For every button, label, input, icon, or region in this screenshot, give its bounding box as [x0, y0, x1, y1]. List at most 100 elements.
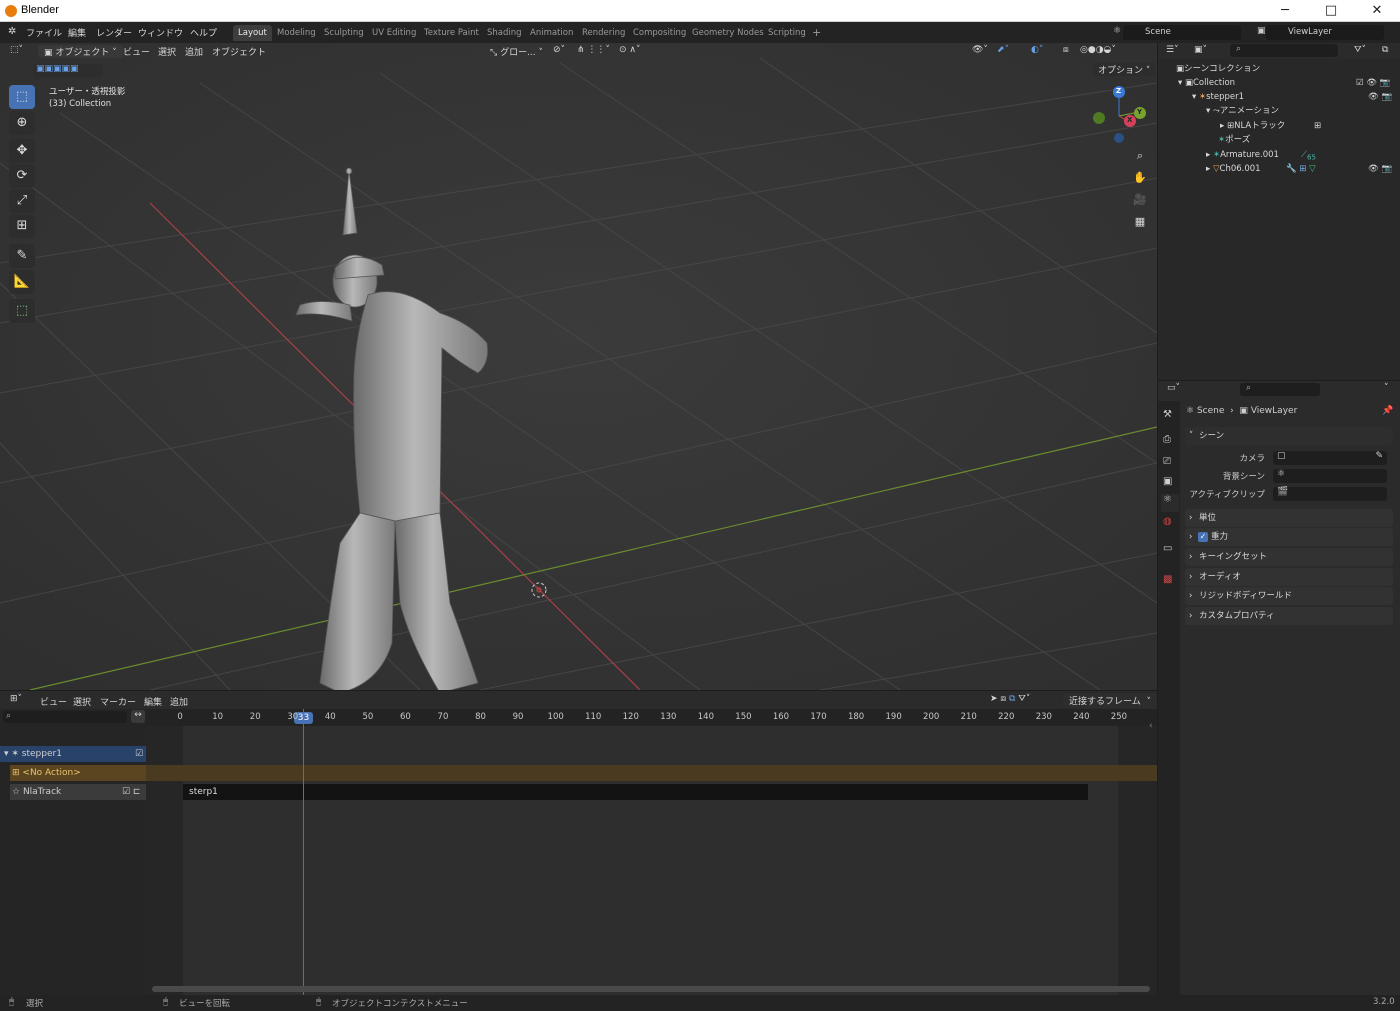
outliner-scene-collection[interactable]: ▣ シーンコレクション — [1158, 62, 1400, 76]
move-tool-icon[interactable]: ✥ — [9, 139, 35, 163]
expand-arrow-icon[interactable]: ▸ — [1220, 121, 1227, 131]
visibility-toggles[interactable]: 👁 📷 — [1368, 90, 1392, 104]
nla-strip-region[interactable]: sterp1 33 — [146, 709, 1157, 995]
tab-layout[interactable]: Layout — [233, 25, 272, 41]
view-layer-tab-icon[interactable]: ▣ — [1163, 476, 1172, 487]
playhead[interactable] — [303, 709, 304, 995]
gizmo-toggle-icon[interactable]: ⬈˅ — [997, 45, 1009, 55]
properties-search-input[interactable]: ⌕ — [1240, 383, 1320, 396]
tab-uv-editing[interactable]: UV Editing — [367, 25, 421, 41]
channel-sync-icon[interactable]: ↔ — [131, 710, 145, 723]
section-keying-sets[interactable]: › キーイングセット — [1185, 548, 1393, 566]
annotate-tool-icon[interactable]: ✎ — [9, 244, 35, 268]
active-clip-field[interactable]: 🎬 — [1273, 487, 1387, 501]
pivot-icon[interactable]: ⊘˅ — [553, 45, 565, 55]
gravity-checkbox[interactable]: ✓ — [1198, 532, 1208, 542]
horizontal-scrollbar[interactable] — [152, 986, 1150, 992]
nla-menu-view[interactable]: ビュー — [40, 695, 67, 708]
outliner-item-stepper1[interactable]: ▾ ✶ stepper1 👁 📷 — [1158, 90, 1400, 104]
rotate-tool-icon[interactable]: ⟳ — [9, 164, 35, 188]
tab-rendering[interactable]: Rendering — [577, 25, 630, 41]
menu-help[interactable]: ヘルプ — [190, 26, 217, 39]
outliner-item-collection[interactable]: ▾ ▣ Collection ☑ 👁 📷 — [1158, 76, 1400, 90]
xray-icon[interactable]: ⧈ — [1063, 45, 1069, 55]
menu-add[interactable]: 追加 — [185, 45, 203, 58]
blender-menu-icon[interactable]: ✲ — [8, 26, 16, 37]
3d-viewport[interactable]: ⬚˅ ▣ オブジェクト ˅ ビュー 選択 追加 オブジェクト ⤡ グロー... … — [0, 43, 1157, 690]
scene-icon[interactable]: ⚛ — [1113, 26, 1121, 36]
measure-tool-icon[interactable]: 📐 — [9, 270, 35, 294]
section-custom-properties[interactable]: › カスタムプロパティ — [1185, 607, 1393, 625]
nla-menu-marker[interactable]: マーカー — [100, 695, 136, 708]
mode-selector[interactable]: ▣ オブジェクト ˅ — [38, 45, 123, 58]
collection-tab-icon[interactable]: ▭ — [1163, 543, 1172, 554]
add-workspace-button[interactable]: + — [807, 25, 826, 41]
menu-render[interactable]: レンダー — [96, 26, 132, 39]
nla-menu-add[interactable]: 追加 — [170, 695, 188, 708]
properties-editor-icon[interactable]: ▭˅ — [1167, 383, 1180, 393]
gizmo-z-label[interactable]: Z — [1116, 87, 1121, 95]
tab-compositing[interactable]: Compositing — [628, 25, 691, 41]
transform-tool-icon[interactable]: ⊞ — [9, 214, 35, 238]
camera-field[interactable]: ▢ ✎ — [1273, 451, 1387, 465]
filter-icon[interactable]: ⛛˅ — [1354, 45, 1366, 55]
tab-scripting[interactable]: Scripting — [763, 25, 811, 41]
menu-window[interactable]: ウィンドウ — [138, 26, 183, 39]
scene-selector[interactable]: Scene — [1123, 25, 1241, 40]
section-units[interactable]: › 単位 — [1185, 509, 1393, 527]
outliner-search-input[interactable]: ⌕ — [1230, 44, 1338, 57]
outliner-item-armature[interactable]: ▸ ✶ Armature.001 ⟋65 — [1158, 148, 1400, 162]
expand-arrow-icon[interactable]: ▾ — [1206, 106, 1213, 116]
transform-orientation[interactable]: ⤡ グロー... ˅ — [490, 45, 543, 58]
tab-animation[interactable]: Animation — [525, 25, 578, 41]
collapse-arrow-icon[interactable]: ‹ — [1149, 721, 1153, 731]
close-button[interactable]: ✕ — [1354, 0, 1400, 22]
world-tab-icon[interactable]: ◍ — [1163, 516, 1172, 527]
scale-tool-icon[interactable]: ⤢ — [9, 189, 35, 213]
tool-tab-icon[interactable]: ⚒ — [1163, 409, 1172, 420]
output-tab-icon[interactable]: ⎚ — [1163, 456, 1171, 467]
select-box-tool-icon[interactable]: ⬚ — [9, 85, 35, 109]
menu-object[interactable]: オブジェクト — [212, 45, 266, 58]
outliner-editor-icon[interactable]: ☰˅ — [1166, 45, 1179, 55]
track-checkbox[interactable]: ☑ — [135, 746, 143, 762]
menu-edit[interactable]: 編集 — [68, 26, 86, 39]
gizmo-y-label[interactable]: Y — [1137, 108, 1142, 116]
menu-file[interactable]: ファイル — [26, 26, 62, 39]
expand-arrow-icon[interactable]: ▾ — [1178, 78, 1185, 88]
overlay-toggle-icon[interactable]: ◐˅ — [1031, 45, 1043, 55]
options-button[interactable]: オプション ˅ — [1093, 63, 1156, 76]
section-gravity[interactable]: › ✓ 重力 — [1185, 528, 1393, 546]
nla-action-line[interactable]: ⊞ <No Action> — [10, 765, 146, 781]
select-mode-buttons[interactable]: ▣▣▣▣▣ — [33, 64, 103, 77]
tab-geometry-nodes[interactable]: Geometry Nodes — [687, 25, 769, 41]
tab-texture-paint[interactable]: Texture Paint — [419, 25, 484, 41]
pin-icon[interactable]: 📌 — [1382, 406, 1393, 416]
outliner-item-ch06[interactable]: ▸ ▽ Ch06.001 🔧 ⊞ ▽ 👁 📷 — [1158, 162, 1400, 176]
editor-type-icon[interactable]: ⬚˅ — [10, 45, 23, 55]
menu-select[interactable]: 選択 — [158, 45, 176, 58]
new-collection-icon[interactable]: ⧉ — [1382, 45, 1388, 55]
expand-arrow-icon[interactable]: ▾ — [1192, 92, 1199, 102]
minimize-button[interactable]: ─ — [1262, 0, 1308, 22]
section-audio[interactable]: › オーディオ — [1185, 568, 1393, 586]
visibility-icon[interactable]: 👁˅ — [972, 45, 988, 55]
scene-tab-icon[interactable]: ⚛ — [1161, 494, 1179, 512]
nla-editor-icon[interactable]: ⊞˅ — [10, 694, 22, 704]
display-mode-icon[interactable]: ▣˅ — [1194, 45, 1207, 55]
zoom-icon[interactable]: ⌕ — [1129, 146, 1151, 166]
visibility-toggles[interactable]: ☑ 👁 📷 — [1356, 76, 1390, 90]
visibility-toggles[interactable]: 👁 📷 — [1368, 162, 1392, 176]
camera-view-icon[interactable]: 🎥 — [1129, 190, 1151, 210]
perspective-grid-icon[interactable]: ▦ — [1129, 212, 1151, 232]
tab-sculpting[interactable]: Sculpting — [319, 25, 369, 41]
outliner-item-animation[interactable]: ▾ ⤳ アニメーション — [1158, 104, 1400, 118]
texture-tab-icon[interactable]: ▩ — [1163, 574, 1172, 585]
track-solo-lock[interactable]: ☑ ⊏ — [122, 784, 140, 800]
outliner-item-pose[interactable]: ✶ ポーズ — [1158, 133, 1400, 147]
nla-filter-icons[interactable]: ➤ ⧈ ⧉ ⛛˅ — [990, 694, 1030, 704]
scene-panel-header[interactable]: ˅ シーン — [1185, 427, 1393, 445]
gizmo-x-label[interactable]: X — [1127, 116, 1132, 124]
channel-search-input[interactable]: ⌕ — [3, 711, 127, 723]
expand-arrow-icon[interactable]: ▸ — [1206, 164, 1213, 174]
